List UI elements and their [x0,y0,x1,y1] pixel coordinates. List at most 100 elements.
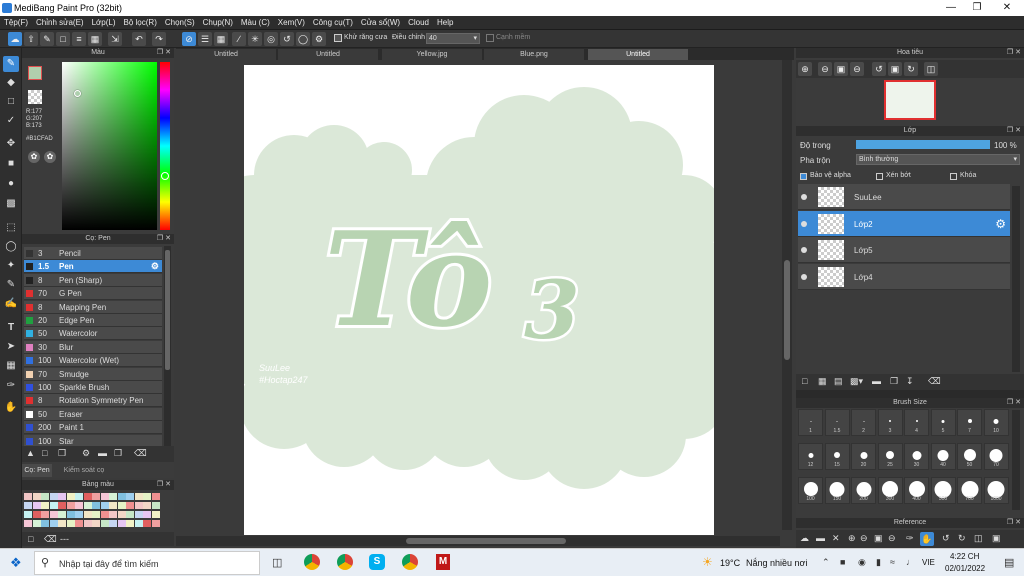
brush-size-preset[interactable]: 2 [851,409,876,436]
maximize-button[interactable]: ❐ [962,0,992,16]
chrome-alt-icon[interactable] [337,554,353,570]
brush-size-preset[interactable]: 70 [983,443,1009,470]
palette-swatch[interactable] [109,520,117,527]
brush-size-preset[interactable]: 500 [930,477,956,504]
palette-swatch[interactable] [49,493,58,500]
panel-menu-icon[interactable]: ❐ ✕ [157,480,171,490]
app-tray-icon[interactable]: ■ [840,557,845,567]
protect-alpha-checkbox[interactable] [800,173,807,180]
adjust-select[interactable]: 40 ▾ [426,33,480,44]
notification-icon[interactable]: ▤ [1004,556,1014,569]
palette-swatch[interactable] [109,493,117,500]
palette-swatch[interactable] [134,502,143,509]
palette-swatch[interactable] [134,511,143,518]
brush-item[interactable]: 100 Sparkle Brush [24,381,162,394]
menu-window[interactable]: Cửa sổ(W) [357,16,404,30]
menu-view[interactable]: Xem(V) [274,16,309,30]
hue-slider-handle[interactable] [161,172,169,180]
volume-icon[interactable]: ♩ [906,557,915,567]
palette-swatch[interactable] [134,493,143,500]
brush-size-preset[interactable]: 1000 [983,477,1009,504]
add-layer-menu-icon[interactable]: ▩▾ [850,376,863,387]
transform-icon[interactable]: ⇲ [108,32,122,46]
fit-icon[interactable]: ▣ [874,533,883,544]
lock-checkbox[interactable] [950,173,957,180]
palette-swatch[interactable] [143,502,151,509]
palette-swatch[interactable] [92,502,100,509]
menu-color[interactable]: Màu (C) [237,16,274,30]
palette-swatch[interactable] [151,502,160,509]
new-8bit-layer-icon[interactable]: ▤ [834,376,843,387]
merge-down-icon[interactable]: ↧ [906,376,914,387]
visibility-icon[interactable] [801,220,807,227]
zoom-reset-icon[interactable]: ⊖ [850,62,864,76]
menu-help[interactable]: Help [433,16,457,30]
folder-open-icon[interactable]: ▬ [816,533,825,543]
rotate-right-icon[interactable]: ↻ [958,533,966,544]
palette-swatch[interactable] [66,502,75,509]
menu-file[interactable]: Tệp(F) [0,16,32,30]
visibility-icon[interactable] [801,247,807,253]
brush-item[interactable]: 20 Edge Pen [24,314,162,327]
palette-swatch[interactable] [75,520,83,527]
search-box[interactable]: ⚲ Nhập tại đây để tìm kiếm [34,551,260,575]
hand-icon[interactable]: ✋ [920,532,934,546]
brush-item[interactable]: 50 Watercolor [24,327,162,341]
comment-icon[interactable]: ✎ [40,32,54,46]
brush-item[interactable]: 50 Eraser [24,407,162,421]
palette-swatch[interactable] [92,520,100,527]
palette-swatch[interactable] [83,520,92,527]
palette-swatch[interactable] [32,493,41,500]
tab-yellow[interactable]: Yellow.jpg [382,49,482,60]
move-tool-icon[interactable]: ✥ [3,136,19,152]
primary-color-swatch[interactable] [28,66,42,80]
new-halftone-layer-icon[interactable]: ▦ [818,376,827,387]
panel-menu-icon[interactable]: ❐ ✕ [157,48,171,58]
brush-size-preset[interactable]: 7 [957,409,982,436]
palette-swatch[interactable] [151,511,160,518]
antialias-checkbox[interactable] [334,34,342,42]
rotate-left-icon[interactable]: ↺ [942,533,950,544]
list-icon[interactable]: ≡ [72,32,86,46]
brush-size-preset[interactable]: 20 [851,443,876,470]
brush-size-preset[interactable]: 5 [930,409,956,436]
panel-menu-icon[interactable]: ❐ ✕ [157,234,171,244]
palette-swatch[interactable] [126,511,134,518]
weather-icon[interactable]: ☀ [702,555,713,569]
chat-icon[interactable]: □ [56,32,70,46]
text-tool-icon[interactable]: T [3,320,19,336]
palette-swatch[interactable] [32,520,41,527]
brush-size-scrollbar[interactable] [1012,410,1020,510]
palette-swatch[interactable] [126,502,134,509]
trash-icon[interactable]: ⌫ [928,376,941,387]
palette-swatch[interactable] [32,502,41,509]
task-view-icon[interactable]: ◫ [272,556,282,569]
zoom-in-icon[interactable]: ⊕ [798,62,812,76]
canvas-hscroll[interactable] [176,536,780,546]
cloud-icon[interactable]: ☁ [8,32,22,46]
palette-swatch[interactable] [143,511,151,518]
brush-item[interactable]: 100 Watercolor (Wet) [24,354,162,368]
brush-item[interactable]: 3 Pencil [24,247,162,260]
panel-tool-icon[interactable]: ▦ [3,358,19,374]
palette-swatch[interactable] [83,511,92,518]
brush-item[interactable]: 30 Blur [24,340,162,354]
line-snap-icon[interactable]: ∕ [232,32,246,46]
brush-size-preset[interactable]: 30 [904,443,929,470]
eraser-tool-icon[interactable]: ◆ [3,75,19,91]
palette-swatch[interactable] [24,520,32,527]
divide-tool-icon[interactable]: ✍ [3,296,19,312]
panel-menu-icon[interactable]: ❐ ✕ [1007,48,1021,58]
hue-slider[interactable] [160,62,170,230]
palette-swatch[interactable] [58,502,66,509]
opacity-slider[interactable] [856,140,990,149]
parallel-snap-icon[interactable]: ☰ [198,32,212,46]
palette-swatch[interactable] [143,520,151,527]
palette-swatch[interactable] [117,493,126,500]
brush-tool-icon[interactable]: ✎ [3,56,19,72]
tab-untitled-3[interactable]: Untitled [588,49,688,60]
skype-icon[interactable]: S [369,554,385,570]
scrollbar-thumb[interactable] [165,250,170,370]
brush-size-preset[interactable]: 15 [824,443,850,470]
circle-snap-icon[interactable]: ◎ [264,32,278,46]
